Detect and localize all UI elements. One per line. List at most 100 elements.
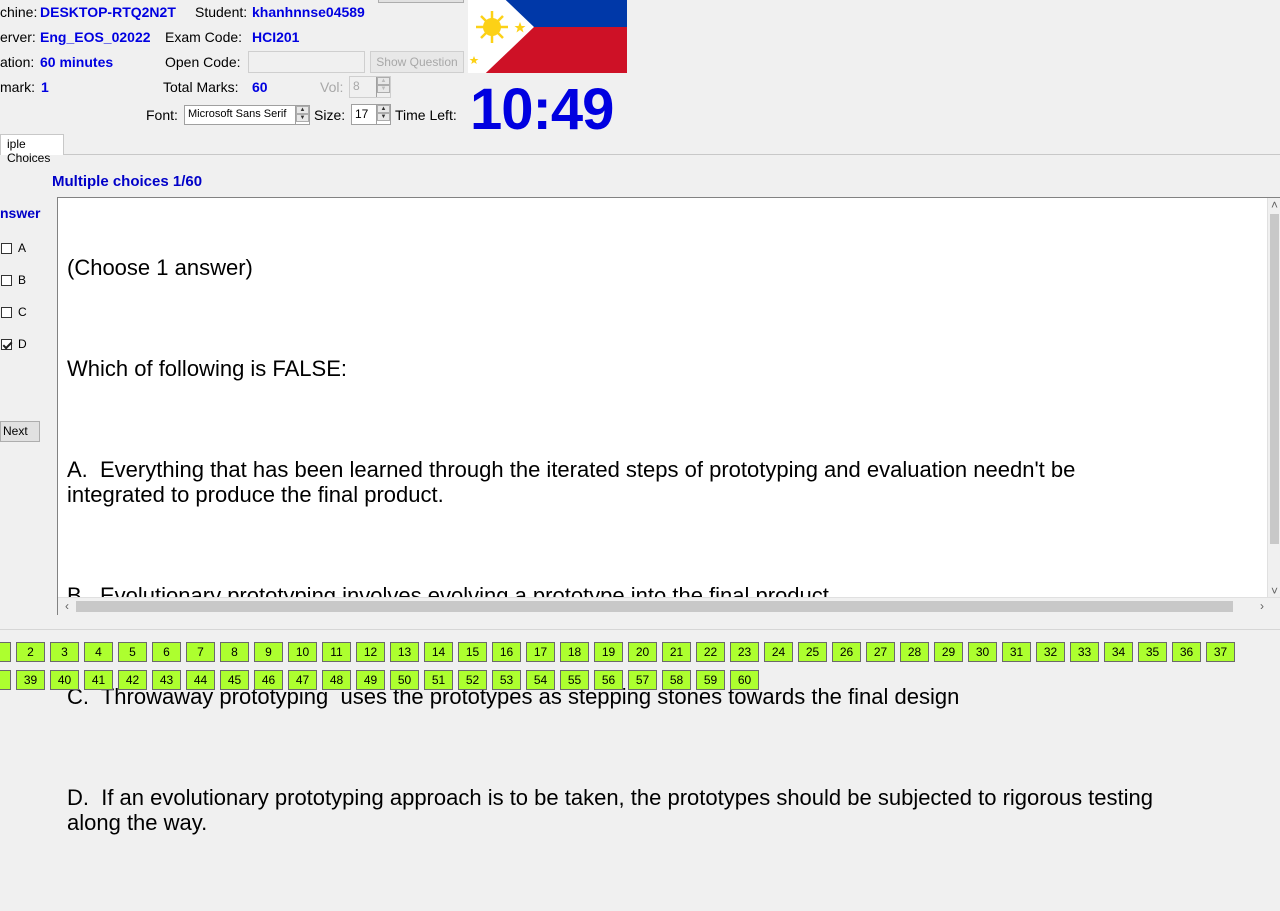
size-label: Size: — [314, 107, 346, 123]
question-nav-button[interactable]: 29 — [934, 642, 963, 662]
question-text: (Choose 1 answer) Which of following is … — [67, 205, 1177, 911]
question-nav-button[interactable]: 23 — [730, 642, 759, 662]
question-nav-button[interactable]: 5 — [118, 642, 147, 662]
question-nav-button[interactable]: 34 — [1104, 642, 1133, 662]
question-nav-button[interactable]: 10 — [288, 642, 317, 662]
question-nav-button[interactable]: 7 — [186, 642, 215, 662]
question-nav-button[interactable]: 35 — [1138, 642, 1167, 662]
question-nav-button[interactable]: 39 — [16, 670, 45, 690]
question-nav-button[interactable]: 19 — [594, 642, 623, 662]
size-stepper[interactable]: 17 ▲ ▼ — [351, 104, 391, 125]
countdown-timer: 10:49 — [470, 77, 614, 142]
question-nav-button[interactable]: 24 — [764, 642, 793, 662]
question-nav-button[interactable]: 25 — [798, 642, 827, 662]
answer-option-c[interactable]: C — [1, 296, 27, 328]
question-nav-button[interactable]: 16 — [492, 642, 521, 662]
question-nav-button[interactable]: 28 — [900, 642, 929, 662]
volume-up-icon[interactable]: ▲ — [377, 77, 390, 85]
question-nav-button[interactable]: 18 — [560, 642, 589, 662]
question-nav-button[interactable]: 21 — [662, 642, 691, 662]
size-down-icon[interactable]: ▼ — [377, 113, 390, 121]
question-nav-button[interactable]: 14 — [424, 642, 453, 662]
answer-option-b[interactable]: B — [1, 264, 27, 296]
question-nav-button[interactable]: 31 — [1002, 642, 1031, 662]
machine-value: DESKTOP-RTQ2N2T — [40, 4, 176, 20]
question-nav-button[interactable]: 49 — [356, 670, 385, 690]
question-nav-button[interactable]: 30 — [968, 642, 997, 662]
question-nav-button[interactable]: 26 — [832, 642, 861, 662]
question-nav-button[interactable] — [0, 642, 11, 662]
mark-label: mark: — [0, 79, 35, 95]
question-nav-button[interactable]: 33 — [1070, 642, 1099, 662]
question-nav-button[interactable]: 57 — [628, 670, 657, 690]
scroll-up-icon[interactable]: ˄ — [1268, 198, 1280, 212]
question-nav-button[interactable]: 4 — [84, 642, 113, 662]
checkbox-d[interactable] — [1, 338, 12, 350]
question-nav-button[interactable]: 22 — [696, 642, 725, 662]
scroll-left-icon[interactable]: ‹ — [60, 599, 74, 613]
answer-option-d[interactable]: D — [1, 328, 27, 360]
vertical-scroll-thumb[interactable] — [1270, 214, 1279, 544]
question-nav-button[interactable]: 6 — [152, 642, 181, 662]
question-nav-button[interactable]: 47 — [288, 670, 317, 690]
question-nav-button[interactable]: 15 — [458, 642, 487, 662]
vertical-scrollbar[interactable]: ˄ ˅ — [1267, 198, 1280, 598]
question-nav-button[interactable]: 2 — [16, 642, 45, 662]
question-nav-button[interactable]: 36 — [1172, 642, 1201, 662]
size-up-icon[interactable]: ▲ — [377, 105, 390, 113]
question-nav-button[interactable]: 56 — [594, 670, 623, 690]
horizontal-scroll-thumb[interactable] — [76, 601, 1233, 612]
question-nav-button[interactable]: 3 — [50, 642, 79, 662]
option-d-label: D — [18, 337, 27, 351]
question-nav-button[interactable]: 55 — [560, 670, 589, 690]
student-label: Student: — [195, 4, 248, 20]
question-nav-button[interactable]: 32 — [1036, 642, 1065, 662]
question-nav-button[interactable]: 11 — [322, 642, 351, 662]
question-nav-button[interactable]: 9 — [254, 642, 283, 662]
question-nav-button[interactable]: 13 — [390, 642, 419, 662]
question-nav-button[interactable]: 54 — [526, 670, 555, 690]
question-nav-button[interactable]: 8 — [0, 670, 11, 690]
question-nav-button[interactable]: 37 — [1206, 642, 1235, 662]
show-question-button[interactable]: Show Question — [370, 51, 464, 73]
question-nav-button[interactable]: 53 — [492, 670, 521, 690]
question-nav-button[interactable]: 45 — [220, 670, 249, 690]
font-up-icon[interactable]: ▲ — [296, 106, 309, 114]
horizontal-scrollbar[interactable]: ‹ › — [58, 597, 1280, 615]
font-down-icon[interactable]: ▼ — [296, 114, 309, 122]
volume-stepper[interactable]: 8 ▲ ▼ — [349, 76, 391, 98]
scroll-down-icon[interactable]: ˅ — [1268, 584, 1280, 598]
question-nav-button[interactable]: 43 — [152, 670, 181, 690]
question-nav-button[interactable]: 8 — [220, 642, 249, 662]
volume-down-icon[interactable]: ▼ — [377, 85, 390, 93]
question-nav-button[interactable]: 17 — [526, 642, 555, 662]
question-nav-button[interactable]: 12 — [356, 642, 385, 662]
question-nav-button[interactable]: 42 — [118, 670, 147, 690]
size-spinner[interactable]: ▲ ▼ — [376, 105, 390, 124]
question-nav-button[interactable]: 59 — [696, 670, 725, 690]
question-nav-button[interactable]: 44 — [186, 670, 215, 690]
question-nav-button[interactable]: 46 — [254, 670, 283, 690]
checkbox-b[interactable] — [1, 274, 12, 286]
question-nav-button[interactable]: 27 — [866, 642, 895, 662]
question-nav-button[interactable]: 50 — [390, 670, 419, 690]
question-nav-button[interactable]: 51 — [424, 670, 453, 690]
answer-option-a[interactable]: A — [1, 232, 27, 264]
question-nav-button[interactable]: 41 — [84, 670, 113, 690]
question-nav-button[interactable]: 52 — [458, 670, 487, 690]
top-button-edge[interactable] — [378, 0, 464, 3]
font-spinner[interactable]: ▲ ▼ — [295, 106, 309, 124]
font-selector[interactable]: Microsoft Sans Serif ▲ ▼ — [184, 105, 310, 125]
tab-multiple-choices[interactable]: iple Choices — [0, 134, 64, 165]
open-code-input[interactable] — [248, 51, 365, 73]
checkbox-a[interactable] — [1, 242, 12, 254]
scroll-right-icon[interactable]: › — [1255, 599, 1269, 613]
volume-spinner[interactable]: ▲ ▼ — [376, 77, 390, 97]
checkbox-c[interactable] — [1, 306, 12, 318]
question-nav-button[interactable]: 60 — [730, 670, 759, 690]
question-nav-button[interactable]: 40 — [50, 670, 79, 690]
next-button[interactable]: Next — [0, 421, 40, 442]
question-nav-button[interactable]: 48 — [322, 670, 351, 690]
question-nav-button[interactable]: 58 — [662, 670, 691, 690]
question-nav-button[interactable]: 20 — [628, 642, 657, 662]
